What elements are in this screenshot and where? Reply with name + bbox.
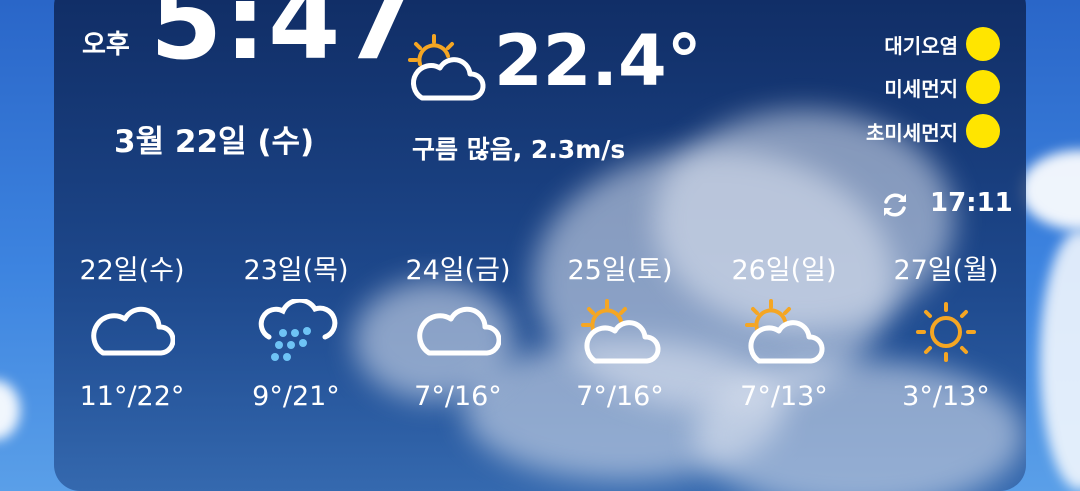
aq-status-dot: [966, 70, 1000, 104]
clock-date[interactable]: 3월 22일 (수): [114, 116, 314, 161]
forecast-date: 25일(토): [567, 255, 673, 286]
ampm-label: 오후: [82, 30, 130, 60]
forecast-day[interactable]: 26일(일) 7°/13°: [714, 248, 854, 412]
last-update-time: 17:11: [930, 188, 1013, 218]
refresh-icon[interactable]: [880, 190, 910, 220]
aq-status-dot: [966, 27, 1000, 61]
forecast-temps: 11°/22°: [79, 381, 185, 412]
current-temperature: 22.4°: [494, 20, 702, 102]
forecast-temps: 9°/21°: [252, 381, 340, 412]
forecast-temps: 3°/13°: [902, 381, 990, 412]
clock-time[interactable]: 5:47: [150, 0, 417, 74]
partly-cloudy-icon: [745, 299, 825, 364]
aq-label: 미세먼지: [884, 76, 958, 101]
aq-item-fine-dust: 미세먼지: [884, 70, 1000, 104]
forecast-day[interactable]: 25일(토) 7°/16°: [550, 248, 690, 412]
forecast-day[interactable]: 23일(목) 9°/21°: [226, 248, 366, 412]
forecast-date: 26일(일): [731, 255, 837, 286]
rain-icon: [258, 299, 338, 361]
forecast-temps: 7°/13°: [740, 381, 828, 412]
cloudy-icon: [91, 306, 175, 356]
forecast-temps: 7°/16°: [576, 381, 664, 412]
aq-status-dot: [966, 114, 1000, 148]
forecast-day[interactable]: 27일(월) 3°/13°: [876, 248, 1016, 412]
forecast-day[interactable]: 22일(수) 11°/22°: [62, 248, 202, 412]
forecast-date: 23일(목): [243, 255, 349, 286]
forecast-day[interactable]: 24일(금) 7°/16°: [388, 248, 528, 412]
forecast-date: 22일(수): [79, 255, 185, 286]
cloudy-icon: [417, 306, 501, 356]
current-condition: 구름 많음, 2.3m/s: [412, 135, 626, 164]
aq-label: 초미세먼지: [866, 120, 958, 145]
aq-item-air-pollution: 대기오염: [884, 27, 1000, 61]
aq-label: 대기오염: [884, 33, 958, 58]
partly-cloudy-icon: [581, 299, 661, 364]
partly-cloudy-icon: [408, 34, 486, 101]
aq-item-ultrafine-dust: 초미세먼지: [866, 114, 1000, 148]
forecast-temps: 7°/16°: [414, 381, 502, 412]
forecast-date: 27일(월): [893, 255, 999, 286]
sunny-icon: [916, 302, 976, 362]
forecast-date: 24일(금): [405, 255, 511, 286]
